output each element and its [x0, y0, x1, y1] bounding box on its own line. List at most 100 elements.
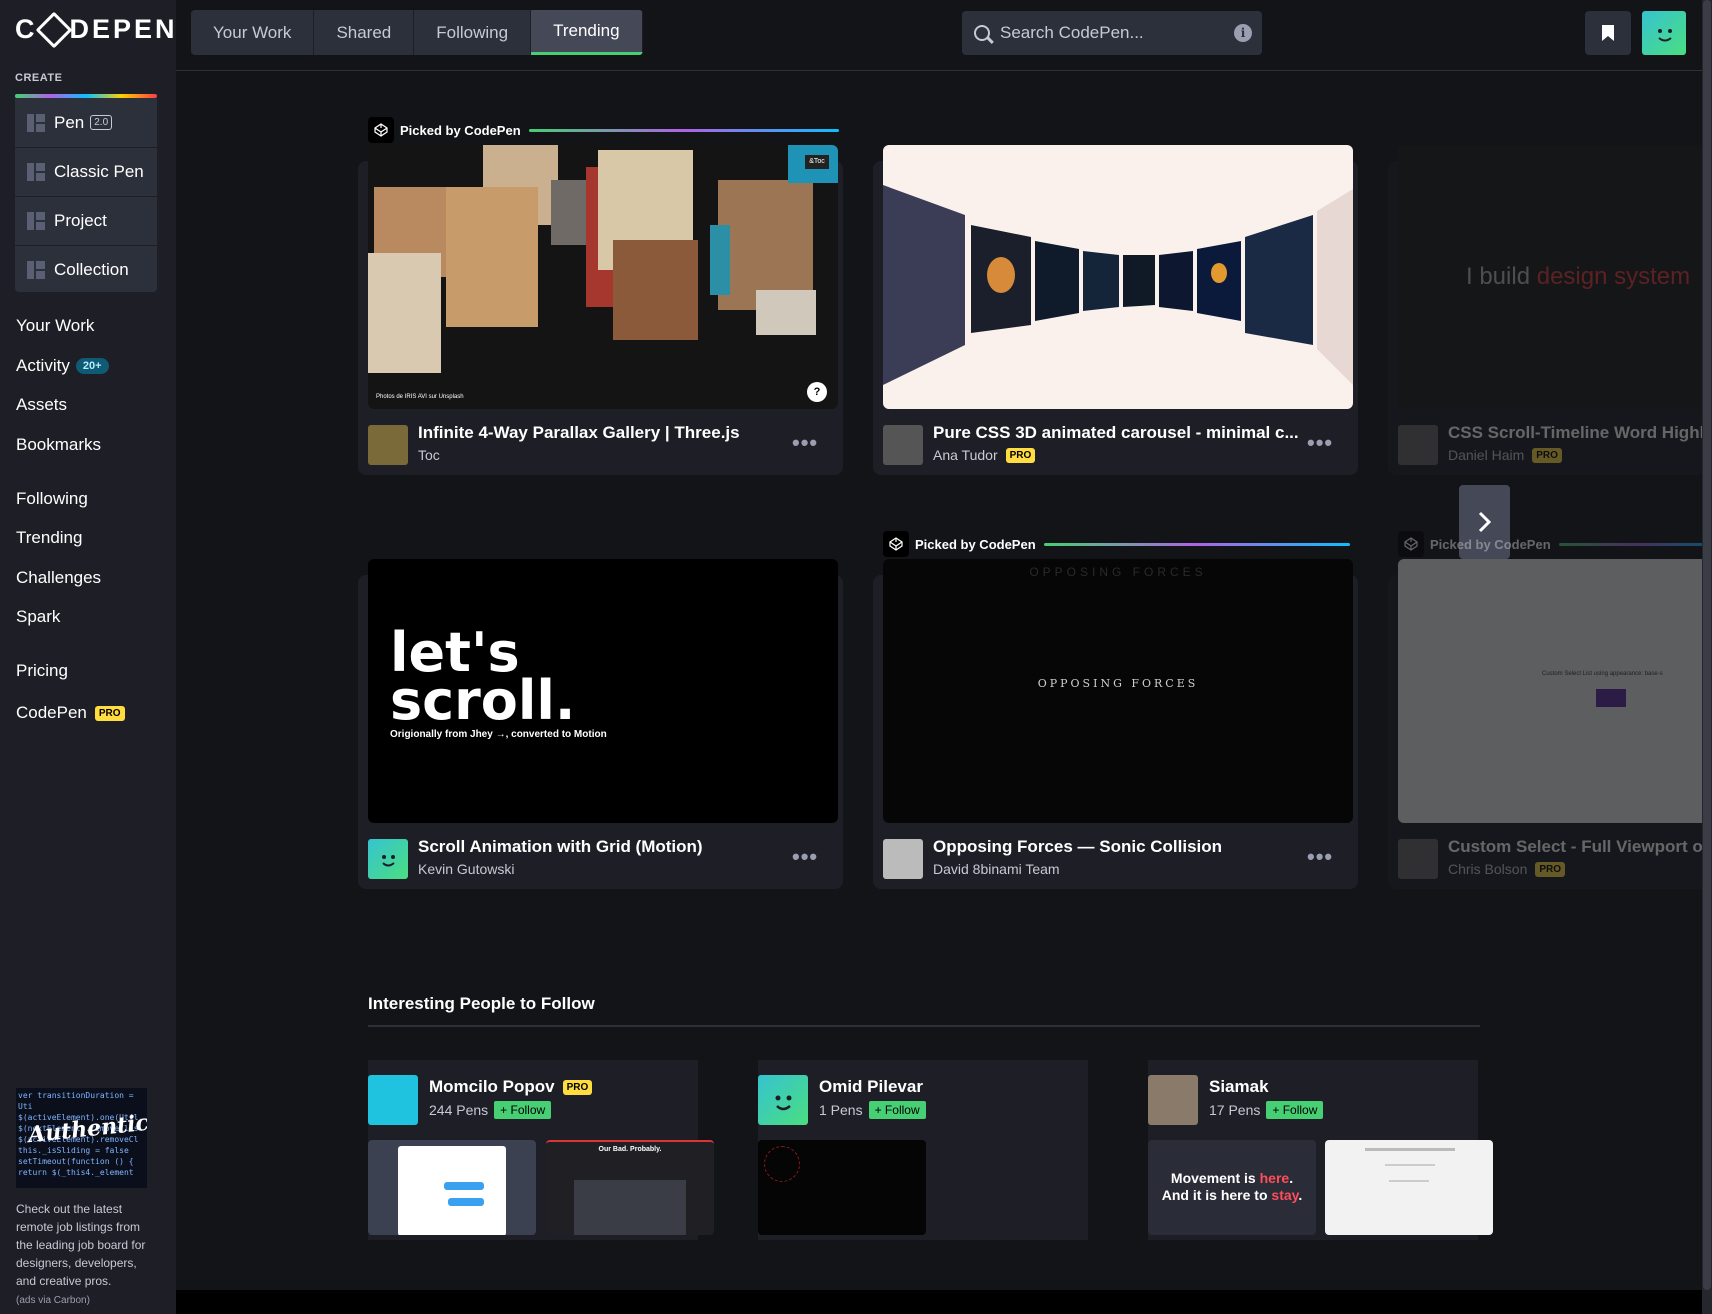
pro-badge: PRO [1535, 861, 1566, 877]
scrollbar-thumb[interactable] [1703, 0, 1711, 1290]
search-input[interactable] [1000, 23, 1230, 43]
sidebar-item-bookmarks[interactable]: Bookmarks [16, 435, 101, 455]
pen-title[interactable]: Pure CSS 3D animated carousel - minimal … [933, 423, 1313, 443]
pen-title[interactable]: Opposing Forces — Sonic Collision [933, 837, 1313, 857]
page-scrollbar[interactable] [1702, 0, 1712, 1314]
person-name[interactable]: Siamak [1209, 1077, 1269, 1097]
thumb-chat-bubble [444, 1182, 484, 1190]
pen-author[interactable]: Chris Bolson PRO [1448, 861, 1566, 877]
gallery-photo [368, 253, 441, 373]
person-pen-thumbnail[interactable] [368, 1140, 536, 1235]
sidebar-item-challenges[interactable]: Challenges [16, 568, 101, 588]
sidebar-item-pricing[interactable]: Pricing [16, 661, 68, 681]
pen-preview-thumbnail[interactable]: OPPOSING FORCES OPPOSING FORCES [883, 559, 1353, 823]
more-options-button[interactable]: ••• [1307, 844, 1333, 870]
info-icon[interactable]: i [1234, 24, 1252, 42]
person-pen-thumbnail[interactable] [758, 1140, 926, 1235]
more-options-button[interactable]: ••• [792, 430, 818, 456]
author-avatar[interactable] [883, 839, 923, 879]
carbon-ad-image[interactable]: ver transitionDuration = Uti $(activeEle… [16, 1088, 147, 1188]
picked-gradient-line [1558, 542, 1709, 546]
carbon-ad-text[interactable]: Check out the latest remote job listings… [16, 1200, 156, 1290]
more-options-button[interactable]: ••• [1307, 430, 1333, 456]
person-stats: 1 Pens + Follow [819, 1101, 926, 1119]
pen-author[interactable]: Daniel Haim PRO [1448, 447, 1562, 463]
person-pen-thumbnail[interactable]: Our Bad. Probably. [546, 1140, 714, 1235]
person-avatar[interactable] [1148, 1075, 1198, 1125]
classic-pen-icon [27, 163, 45, 181]
pen-author-name: Ana Tudor [933, 447, 998, 463]
create-collection-button[interactable]: Collection [15, 245, 157, 294]
search-box: i [962, 11, 1262, 55]
sidebar-item-label: Challenges [16, 568, 102, 587]
person-name[interactable]: Omid Pilevar [819, 1077, 923, 1097]
smiley-avatar-icon [775, 1095, 792, 1111]
sidebar-item-your-work[interactable]: Your Work [16, 316, 94, 336]
author-avatar[interactable] [368, 839, 408, 879]
thumb-headline: I build design system [1466, 263, 1691, 290]
tab-your-work[interactable]: Your Work [191, 10, 315, 55]
gallery-photo [710, 225, 730, 295]
more-options-button[interactable]: ••• [792, 844, 818, 870]
people-section-divider [368, 1025, 1480, 1027]
gallery-photo [446, 187, 538, 327]
person-name[interactable]: Momcilo Popov PRO [429, 1077, 593, 1097]
pen-preview-thumbnail[interactable]: Custom Select List using appearance: bas… [1398, 559, 1712, 823]
pen-preview-thumbnail[interactable] [883, 145, 1353, 409]
author-avatar[interactable] [368, 425, 408, 465]
pro-badge: PRO [1005, 447, 1036, 463]
tab-following[interactable]: Following [414, 10, 532, 55]
author-avatar[interactable] [883, 425, 923, 465]
person-pen-thumbnail[interactable] [1325, 1140, 1493, 1235]
sidebar-item-following[interactable]: Following [16, 489, 88, 509]
tab-shared[interactable]: Shared [314, 10, 415, 55]
create-pen-button[interactable]: Pen 2.0 [15, 98, 157, 147]
pen-title[interactable]: Scroll Animation with Grid (Motion) [418, 837, 798, 857]
thumb-headline: Movement is here. And it is here to stay… [1161, 1170, 1303, 1203]
create-project-button[interactable]: Project [15, 196, 157, 245]
pen-title[interactable]: Custom Select - Full Viewport op [1448, 837, 1712, 857]
person-pen-thumbnail[interactable]: Movement is here. And it is here to stay… [1148, 1140, 1316, 1235]
thumb-tag: &Toc [805, 155, 829, 169]
sidebar-item-label: Assets [16, 395, 68, 414]
sidebar-item-trending[interactable]: Trending [16, 528, 82, 548]
pen-author[interactable]: Kevin Gutowski [418, 861, 514, 877]
sidebar-item-codepen-pro[interactable]: CodePen PRO [16, 703, 125, 723]
pen-title[interactable]: Infinite 4-Way Parallax Gallery | Three.… [418, 423, 798, 443]
person-name-text: Siamak [1209, 1077, 1269, 1096]
pen-preview-thumbnail[interactable]: &Toc Photos de IRIS AVI sur Unsplash ? [368, 145, 838, 409]
create-menu: Pen 2.0 Classic Pen Project Collection [15, 98, 157, 292]
pro-badge: PRO [94, 705, 125, 721]
person-pen-count: 1 Pens [819, 1102, 863, 1118]
pen-author[interactable]: David 8binami Team [933, 861, 1060, 877]
pen-author[interactable]: Ana Tudor PRO [933, 447, 1036, 463]
user-avatar[interactable] [1642, 11, 1686, 55]
sidebar-item-activity[interactable]: Activity 20+ [16, 356, 109, 376]
sidebar-item-spark[interactable]: Spark [16, 607, 60, 627]
follow-button[interactable]: + Follow [494, 1101, 552, 1119]
pen-author[interactable]: Toc [418, 447, 440, 463]
bookmarks-button[interactable] [1585, 11, 1631, 55]
follow-button[interactable]: + Follow [1266, 1101, 1324, 1119]
codepen-cube-icon [368, 117, 394, 143]
thumb-text-line [1385, 1164, 1435, 1166]
sidebar-item-label: Activity [16, 356, 70, 375]
author-avatar[interactable] [1398, 839, 1438, 879]
thumb-caption: Photos de IRIS AVI sur Unsplash [376, 394, 464, 400]
sidebar-item-assets[interactable]: Assets [16, 395, 67, 415]
pen-version-badge: 2.0 [90, 115, 113, 130]
follow-button[interactable]: + Follow [868, 1101, 926, 1119]
thumb-caption: Custom Select List using appearance: bas… [1542, 671, 1663, 677]
thumb-headline: let's scroll. [390, 621, 576, 732]
person-avatar[interactable] [758, 1075, 808, 1125]
author-avatar[interactable] [1398, 425, 1438, 465]
pen-preview-thumbnail[interactable]: I build design system [1398, 145, 1712, 409]
pen-preview-thumbnail[interactable]: let's scroll. Origionally from Jhey →, c… [368, 559, 838, 823]
tab-trending[interactable]: Trending [531, 10, 643, 55]
person-avatar[interactable] [368, 1075, 418, 1125]
codepen-logo[interactable]: C DEPEN [15, 11, 178, 48]
create-classic-pen-button[interactable]: Classic Pen [15, 147, 157, 196]
person-stats: 17 Pens + Follow [1209, 1101, 1324, 1119]
carbon-ad-via[interactable]: (ads via Carbon) [16, 1295, 90, 1306]
pen-title[interactable]: CSS Scroll-Timeline Word Highlig [1448, 423, 1712, 443]
